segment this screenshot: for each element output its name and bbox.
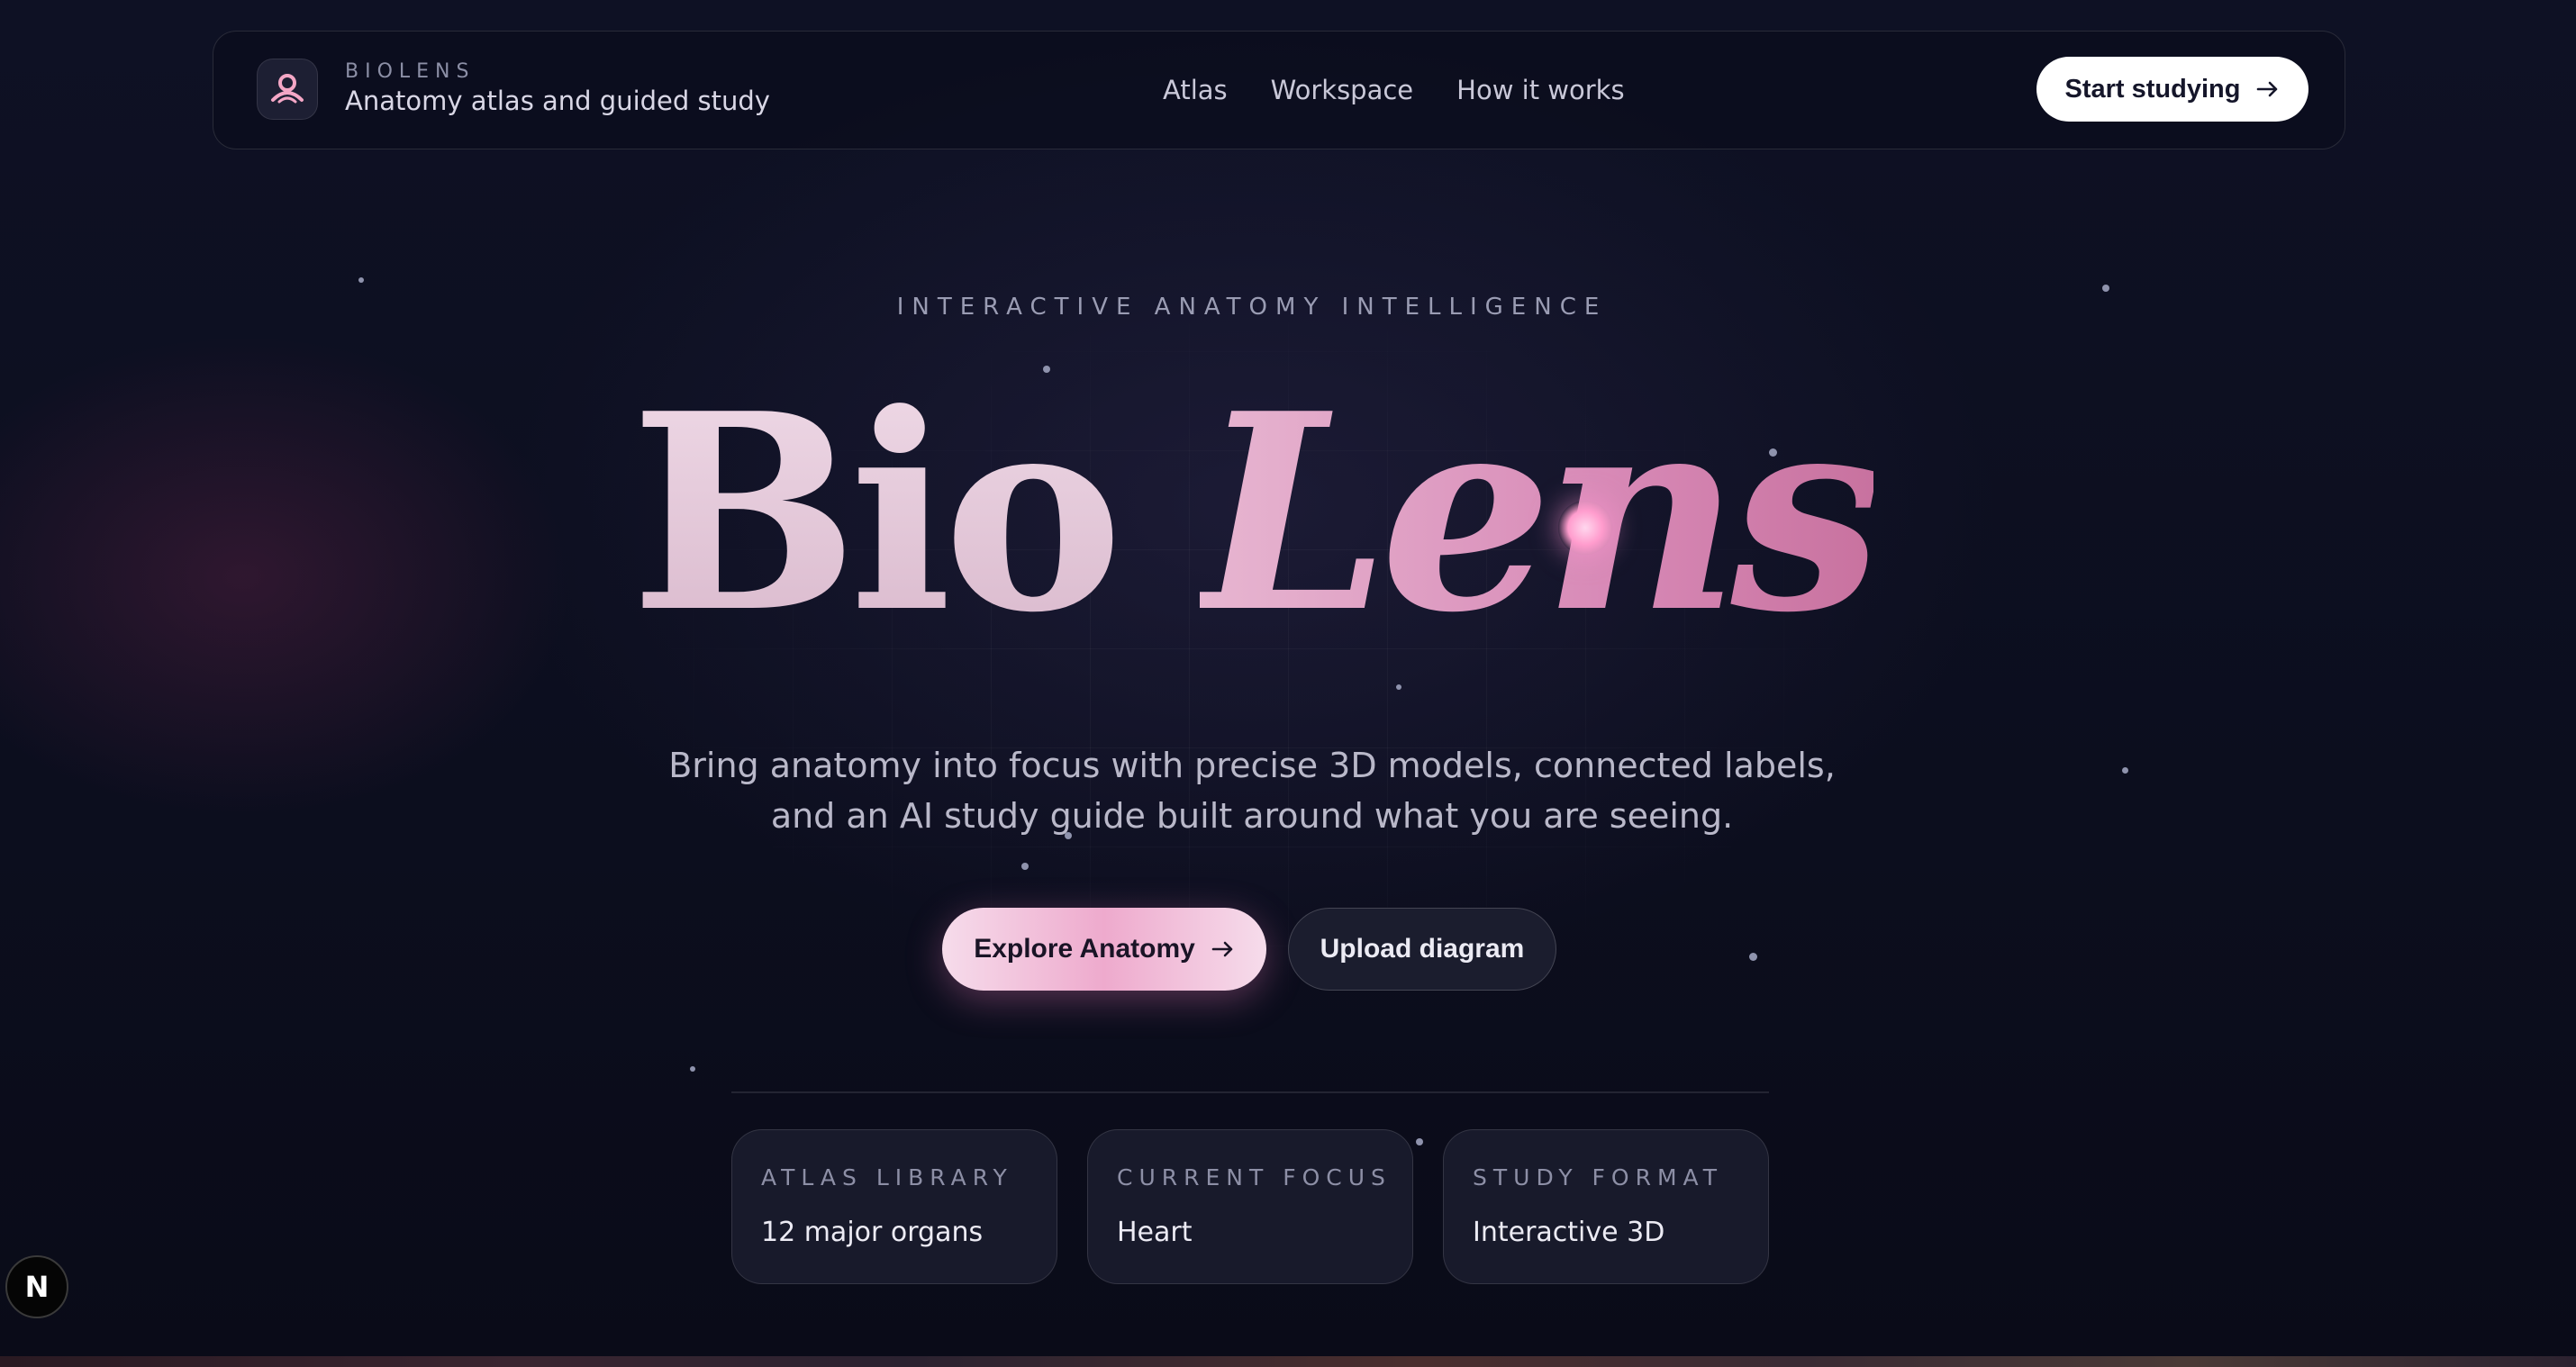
next-section-preview	[0, 1356, 2576, 1367]
explore-anatomy-label: Explore Anatomy	[974, 934, 1195, 964]
upload-diagram-label: Upload diagram	[1320, 934, 1525, 964]
brand-logo[interactable]	[257, 59, 318, 120]
stat-card-value: 12 major organs	[761, 1217, 984, 1248]
stat-card-value: Interactive 3D	[1473, 1217, 1665, 1248]
lens-glow-orb	[1558, 501, 1612, 555]
hero-subtitle-line-2: and an AI study guide built around what …	[770, 796, 1734, 836]
stat-card-value: Heart	[1117, 1217, 1193, 1248]
primary-nav: Atlas Workspace How it works	[1163, 75, 1625, 105]
stat-card-current-focus: CURRENT FOCUS Heart	[1087, 1129, 1413, 1284]
stat-card-atlas-library: ATLAS LIBRARY 12 major organs	[731, 1129, 1057, 1284]
star-dot	[2102, 285, 2109, 292]
arrow-right-icon	[2257, 81, 2278, 97]
top-navigation-bar: BIOLENS Anatomy atlas and guided study A…	[213, 31, 2345, 149]
star-dot	[358, 277, 364, 283]
star-dot	[1021, 863, 1029, 870]
nav-link-atlas[interactable]: Atlas	[1163, 75, 1228, 105]
nav-link-workspace[interactable]: Workspace	[1271, 75, 1414, 105]
dev-tools-badge[interactable]: N	[5, 1255, 68, 1318]
stat-card-label: STUDY FORMAT	[1473, 1164, 1723, 1190]
upload-diagram-button[interactable]: Upload diagram	[1288, 908, 1556, 991]
nav-link-how-it-works[interactable]: How it works	[1456, 75, 1624, 105]
hero-subtitle: Bring anatomy into focus with precise 3D…	[0, 740, 2504, 841]
hero-title: Bio Lens	[0, 378, 2504, 648]
stat-card-label: CURRENT FOCUS	[1117, 1164, 1392, 1190]
star-dot	[690, 1066, 695, 1072]
brand-subtitle: Anatomy atlas and guided study	[345, 86, 770, 116]
explore-anatomy-button[interactable]: Explore Anatomy	[942, 908, 1266, 991]
hero-eyebrow: INTERACTIVE ANATOMY INTELLIGENCE	[896, 294, 1608, 321]
title-part-lens: Lens	[1199, 354, 1883, 672]
arrow-right-icon	[1211, 941, 1233, 957]
section-divider	[731, 1091, 1769, 1093]
star-dot	[1396, 684, 1401, 690]
stat-card-label: ATLAS LIBRARY	[761, 1164, 1013, 1190]
title-part-bio: Bio	[630, 354, 1124, 672]
start-studying-label: Start studying	[2064, 74, 2241, 104]
stat-card-study-format: STUDY FORMAT Interactive 3D	[1443, 1129, 1769, 1284]
brand-name: BIOLENS	[345, 60, 476, 83]
hero-subtitle-line-1: Bring anatomy into focus with precise 3D…	[668, 746, 1836, 785]
lens-logo-icon	[271, 74, 304, 104]
star-dot	[1416, 1138, 1423, 1145]
star-dot	[1749, 953, 1757, 961]
start-studying-button[interactable]: Start studying	[2036, 57, 2308, 122]
